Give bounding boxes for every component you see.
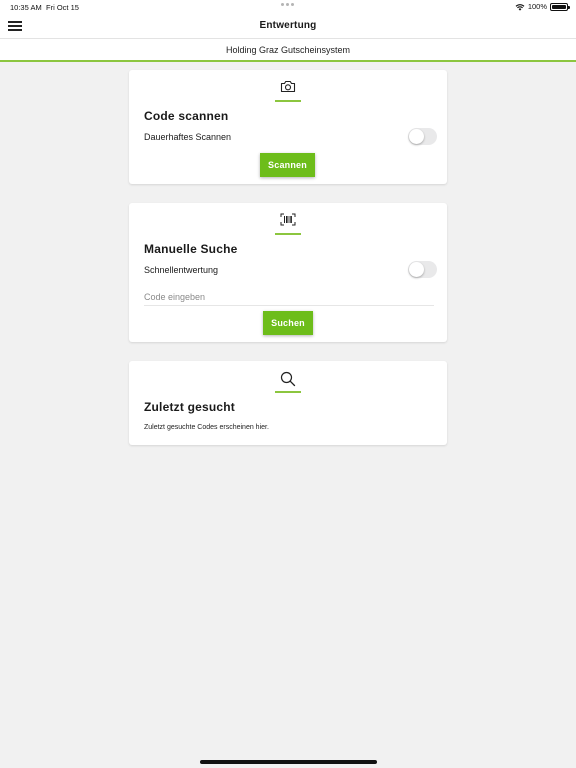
recent-search-title: Zuletzt gesucht: [144, 400, 236, 414]
toggle-knob: [409, 262, 424, 277]
sub-header: Holding Graz Gutscheinsystem: [0, 39, 576, 62]
multitasking-dots-icon[interactable]: [281, 3, 294, 6]
continuous-scan-label: Dauerhaftes Scannen: [144, 132, 232, 142]
status-indicators: 100%: [515, 2, 570, 11]
status-time: 10:35 AM: [10, 3, 42, 12]
continuous-scan-toggle[interactable]: [408, 128, 437, 145]
recent-search-hint: Zuletzt gesuchte Codes erscheinen hier.: [144, 424, 269, 431]
organization-title: Holding Graz Gutscheinsystem: [225, 45, 351, 55]
battery-icon: [550, 2, 570, 11]
manual-card-icon-tab: [275, 213, 301, 235]
barcode-icon: [280, 213, 296, 226]
scan-card: Code scannen Dauerhaftes Scannen Scannen: [129, 70, 447, 184]
quick-cancel-toggle[interactable]: [408, 261, 437, 278]
manual-search-title: Manuelle Suche: [144, 242, 238, 256]
code-input[interactable]: [144, 288, 434, 306]
quick-cancel-label: Schnellentwertung: [144, 265, 219, 275]
recent-search-card: Zuletzt gesucht Zuletzt gesuchte Codes e…: [129, 361, 447, 445]
scan-card-title: Code scannen: [144, 109, 229, 123]
manual-search-card: Manuelle Suche Schnellentwertung Suchen: [129, 203, 447, 342]
search-icon: [280, 371, 296, 387]
app-screen: 10:35 AM Fri Oct 15 100% Entwertung Hold…: [0, 0, 576, 768]
scan-button[interactable]: Scannen: [260, 153, 315, 177]
recent-card-icon-tab: [275, 371, 301, 393]
scan-card-icon-tab: [275, 80, 301, 102]
status-date: Fri Oct 15: [46, 3, 79, 12]
navigation-bar: Entwertung: [0, 14, 576, 39]
toggle-knob: [409, 129, 424, 144]
status-bar: 10:35 AM Fri Oct 15 100%: [0, 0, 576, 14]
battery-percentage: 100%: [527, 2, 547, 11]
wifi-icon: [515, 3, 525, 11]
page-title: Entwertung: [259, 20, 317, 31]
camera-icon: [280, 80, 296, 93]
search-button[interactable]: Suchen: [263, 311, 313, 335]
home-indicator[interactable]: [200, 760, 377, 764]
